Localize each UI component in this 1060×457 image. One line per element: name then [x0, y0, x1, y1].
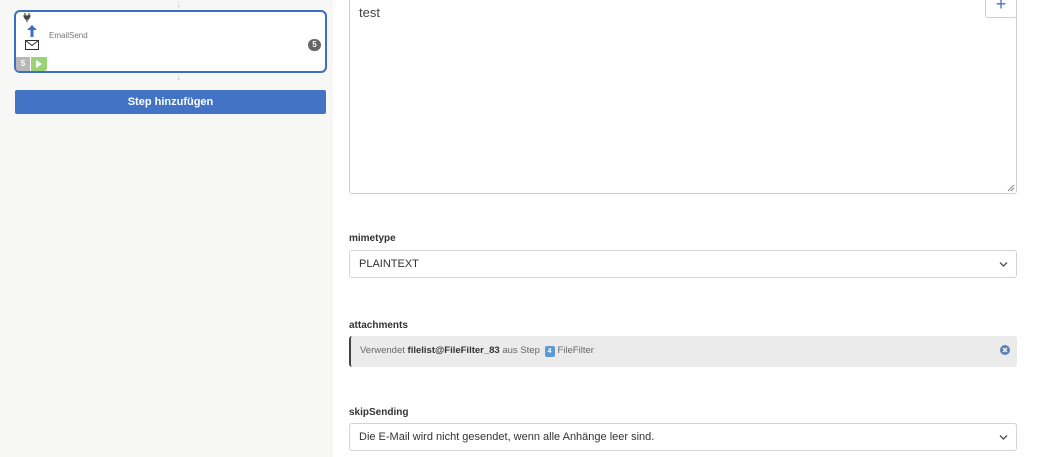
add-variable-button[interactable]: +: [985, 0, 1017, 18]
step-count-badge: 5: [308, 39, 321, 51]
chevron-down-icon: [999, 262, 1008, 267]
upload-arrow-icon: [27, 25, 37, 37]
mail-icon: [25, 40, 39, 50]
mimetype-select[interactable]: PLAINTEXT: [349, 250, 1017, 278]
skipsending-label: skipSending: [349, 407, 409, 418]
flow-sidebar: ↓ EmailSend 5 5 ↓ Step hinzufügen: [0, 0, 333, 457]
plug-icon: [23, 13, 31, 22]
body-textarea[interactable]: test +: [349, 0, 1017, 194]
reference-step-name: FileFilter: [557, 345, 594, 356]
step-name: EmailSend: [49, 31, 88, 40]
body-value: test: [359, 5, 380, 20]
connector-arrow-top: ↓: [176, 0, 181, 10]
step-number-badge: 5: [16, 57, 30, 71]
attachments-reference-text: Verwendet filelist@FileFilter_83 aus Ste…: [360, 345, 594, 357]
attachments-label: attachments: [349, 320, 408, 331]
step-card-emailsend[interactable]: EmailSend 5 5: [14, 10, 327, 73]
resize-handle-icon[interactable]: [1007, 184, 1015, 192]
reference-middle: aus Step: [502, 345, 540, 356]
attachments-reference: Verwendet filelist@FileFilter_83 aus Ste…: [349, 336, 1017, 367]
skipsending-value: Die E-Mail wird nicht gesendet, wenn all…: [359, 431, 655, 443]
clear-icon[interactable]: [1000, 345, 1010, 355]
chevron-down-icon: [999, 435, 1008, 440]
mimetype-label: mimetype: [349, 233, 396, 244]
play-icon: [36, 60, 42, 68]
connector-arrow-bottom: ↓: [176, 72, 181, 83]
skipsending-select[interactable]: Die E-Mail wird nicht gesendet, wenn all…: [349, 423, 1017, 451]
reference-prefix: Verwendet: [360, 345, 405, 356]
run-step-button[interactable]: [31, 57, 47, 71]
mimetype-value: PLAINTEXT: [359, 258, 419, 270]
reference-step-badge: 4: [544, 346, 555, 357]
add-step-button[interactable]: Step hinzufügen: [15, 90, 326, 114]
reference-variable: filelist@FileFilter_83: [407, 345, 500, 356]
